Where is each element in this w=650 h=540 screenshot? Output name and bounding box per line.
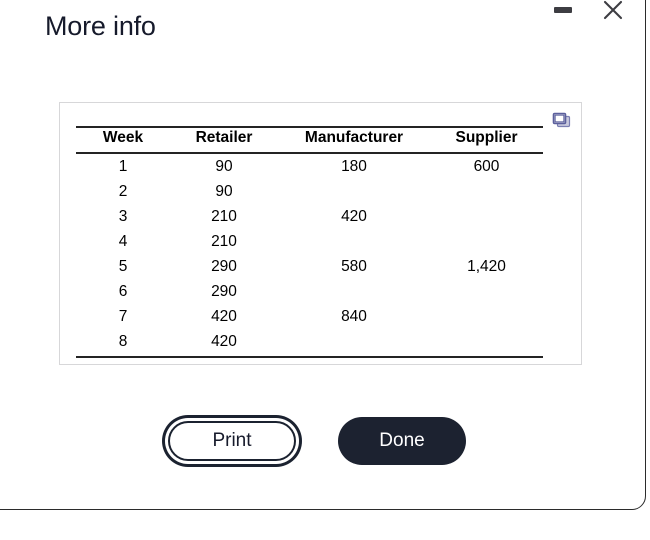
cell-week: 8 [76,329,170,358]
column-header-manufacturer: Manufacturer [278,126,430,154]
table-row: 6 290 [76,279,543,304]
table-header-row: Week Retailer Manufacturer Supplier [76,126,543,154]
table-body: 1 90 180 600 2 90 3 210 420 4 210 5 290 … [76,153,543,358]
cell-week: 1 [118,157,128,175]
cell-week: 4 [118,232,128,250]
cell-retailer: 290 [211,257,237,275]
cell-supplier: 600 [473,157,500,175]
column-header-supplier: Supplier [430,126,543,154]
more-info-dialog: More info Week Retailer Manufacturer Sup… [0,0,646,510]
table-row: 4 210 [76,229,543,254]
table-row: 2 90 [76,179,543,204]
duplicate-windows-glyph [552,112,571,128]
table-row: 1 90 180 600 [76,153,543,179]
page-title: More info [45,11,156,41]
cell-retailer: 420 [211,307,237,325]
cell-manufacturer [278,179,430,204]
cell-supplier [430,304,543,329]
minimize-icon [554,7,572,13]
cell-supplier: 1,420 [467,257,506,275]
cell-supplier [430,204,543,229]
cell-manufacturer [278,229,430,254]
table-panel: Week Retailer Manufacturer Supplier 1 90… [59,102,582,365]
cell-week: 6 [118,282,128,300]
cell-retailer: 90 [215,182,233,200]
cell-week: 5 [118,257,128,275]
table-row: 3 210 420 [76,204,543,229]
cell-supplier [430,229,543,254]
duplicate-windows-icon[interactable] [552,112,572,130]
cell-manufacturer: 580 [341,257,367,275]
cell-manufacturer: 840 [341,307,367,325]
print-button[interactable]: Print [168,421,296,461]
cell-week: 2 [118,182,128,200]
cell-retailer: 210 [211,232,237,250]
column-header-retailer: Retailer [170,126,278,154]
minimize-button[interactable] [548,0,578,25]
cell-retailer: 90 [215,157,233,175]
cell-retailer: 210 [211,207,237,225]
cell-week: 3 [118,207,128,225]
cell-manufacturer: 420 [341,207,367,225]
cell-supplier [430,179,543,204]
table-row: 7 420 840 [76,304,543,329]
cell-week: 7 [118,307,128,325]
cell-supplier [430,279,543,304]
dialog-footer: Print Done [0,417,647,465]
table-row: 5 290 580 1,420 [76,254,543,279]
cell-manufacturer: 180 [341,157,367,175]
cell-manufacturer [278,279,430,304]
cell-supplier [430,329,543,358]
table-row: 8 420 [76,329,543,358]
close-button[interactable] [598,0,628,25]
cell-retailer: 420 [170,329,278,358]
more-info-table: Week Retailer Manufacturer Supplier 1 90… [76,126,543,358]
column-header-week: Week [76,126,170,154]
close-icon [603,0,623,20]
done-button[interactable]: Done [338,417,466,465]
cell-manufacturer [278,329,430,358]
window-controls [548,0,628,25]
cell-retailer: 290 [211,282,237,300]
